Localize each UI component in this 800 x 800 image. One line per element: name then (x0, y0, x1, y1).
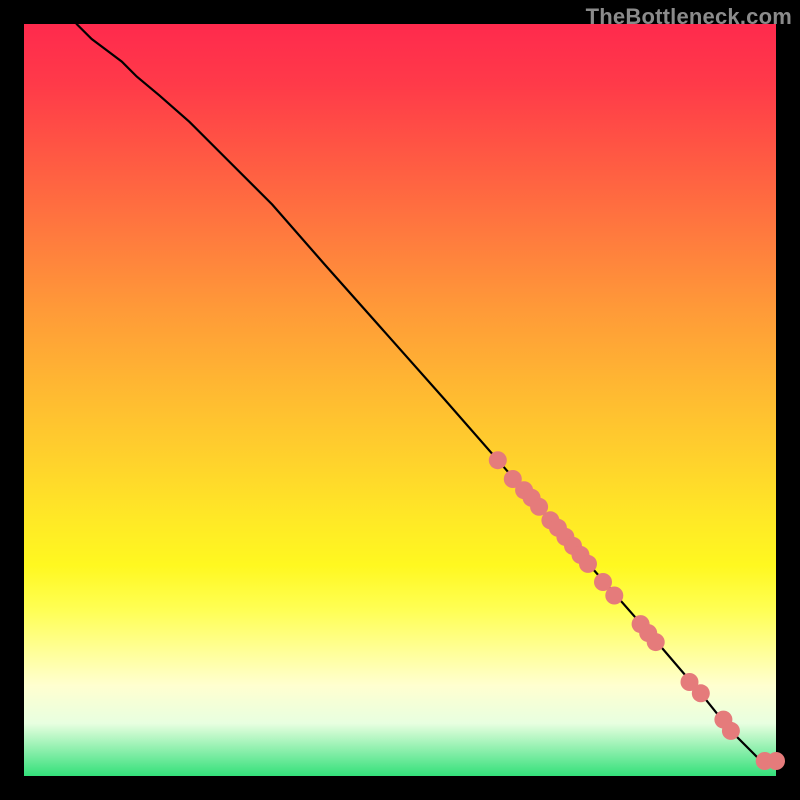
data-point (767, 752, 785, 770)
data-point (692, 684, 710, 702)
data-point (647, 633, 665, 651)
data-point (489, 451, 507, 469)
curve-line (77, 24, 776, 761)
data-point (722, 722, 740, 740)
data-points-cluster (489, 451, 785, 770)
data-point (605, 587, 623, 605)
chart-svg (24, 24, 776, 776)
data-point (579, 555, 597, 573)
